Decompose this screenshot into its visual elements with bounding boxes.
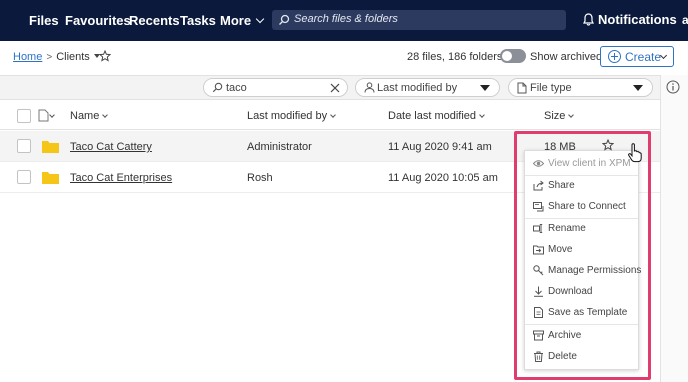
search-icon [279, 14, 290, 25]
favourite-star-icon[interactable] [99, 50, 111, 62]
file-type-filter[interactable]: File type [508, 78, 653, 97]
person-icon [364, 82, 375, 93]
nav-more-label: More [220, 13, 252, 28]
nav-files[interactable]: Files [29, 13, 59, 28]
show-archived-label: Show archived [530, 51, 603, 63]
search-icon [212, 82, 223, 93]
row-checkbox[interactable] [17, 170, 31, 184]
create-label: Create [625, 50, 662, 64]
row-date-modified: 11 Aug 2020 10:05 am [388, 172, 498, 184]
breadcrumb-current[interactable]: Clients [56, 51, 90, 63]
breadcrumb-separator: > [46, 52, 53, 63]
file-icon [517, 82, 527, 94]
filter-search-value: taco [226, 82, 247, 94]
file-type-placeholder: File type [530, 82, 572, 94]
column-header-size[interactable]: Size [544, 110, 575, 122]
column-date-label: Date last modified [388, 110, 477, 122]
chevron-down-icon [255, 14, 265, 24]
nav-tasks[interactable]: Tasks [180, 13, 216, 28]
column-header-date-modified[interactable]: Date last modified [388, 110, 485, 122]
sort-chevron-icon [568, 112, 575, 118]
create-button[interactable]: Create [600, 46, 674, 67]
nav-recents[interactable]: Recents [129, 13, 180, 28]
clear-icon[interactable] [330, 83, 340, 93]
show-archived-toggle[interactable] [500, 49, 526, 63]
sort-chevron-icon [102, 112, 109, 118]
sort-chevron-icon [479, 112, 485, 118]
file-type-column-icon[interactable] [38, 109, 49, 122]
row-name-link[interactable]: Taco Cat Cattery [70, 141, 152, 153]
top-navigation-bar: Files Favourites Recents Tasks More Sear… [0, 0, 688, 41]
last-modified-by-filter[interactable]: Last modified by [355, 78, 500, 97]
select-all-checkbox[interactable] [17, 109, 31, 123]
row-date-modified: 11 Aug 2020 9:41 am [388, 141, 492, 153]
column-header-modified-by[interactable]: Last modified by [247, 110, 336, 122]
column-size-label: Size [544, 110, 566, 122]
bell-icon [583, 13, 594, 26]
info-icon[interactable] [666, 80, 680, 94]
row-modified-by: Rosh [247, 172, 273, 184]
chevron-down-icon[interactable] [49, 112, 55, 118]
notifications-label: Notifications [598, 12, 677, 27]
nav-favourites[interactable]: Favourites [65, 13, 131, 28]
row-checkbox[interactable] [17, 139, 31, 153]
column-name-label: Name [70, 110, 100, 122]
global-search-input[interactable]: Search files & folders [272, 10, 566, 30]
highlight-annotation-box [514, 131, 651, 380]
plus-circle-icon [608, 50, 621, 63]
nav-more[interactable]: More [220, 13, 265, 28]
filter-bar: taco Last modified by File type [0, 75, 660, 100]
last-modified-by-placeholder: Last modified by [377, 82, 458, 94]
row-name-link[interactable]: Taco Cat Enterprises [70, 172, 172, 184]
row-modified-by: Administrator [247, 141, 312, 153]
search-placeholder: Search files & folders [294, 13, 398, 25]
column-header-name[interactable]: Name [70, 110, 109, 122]
folder-icon [42, 172, 59, 184]
table-header: Name Last modified by Date last modified… [0, 101, 660, 130]
dropdown-arrow-icon [480, 85, 490, 91]
breadcrumb-home[interactable]: Home [13, 51, 42, 63]
dropdown-arrow-icon [633, 85, 643, 91]
details-panel-rail [660, 75, 688, 382]
column-modified-by-label: Last modified by [247, 110, 328, 122]
breadcrumb: Home > Clients [13, 51, 100, 63]
folder-icon [42, 141, 59, 153]
user-menu[interactable]: a [682, 13, 688, 27]
sort-chevron-icon [330, 112, 336, 118]
filter-search-input[interactable]: taco [203, 78, 348, 97]
item-count: 28 files, 186 folders [407, 51, 503, 63]
